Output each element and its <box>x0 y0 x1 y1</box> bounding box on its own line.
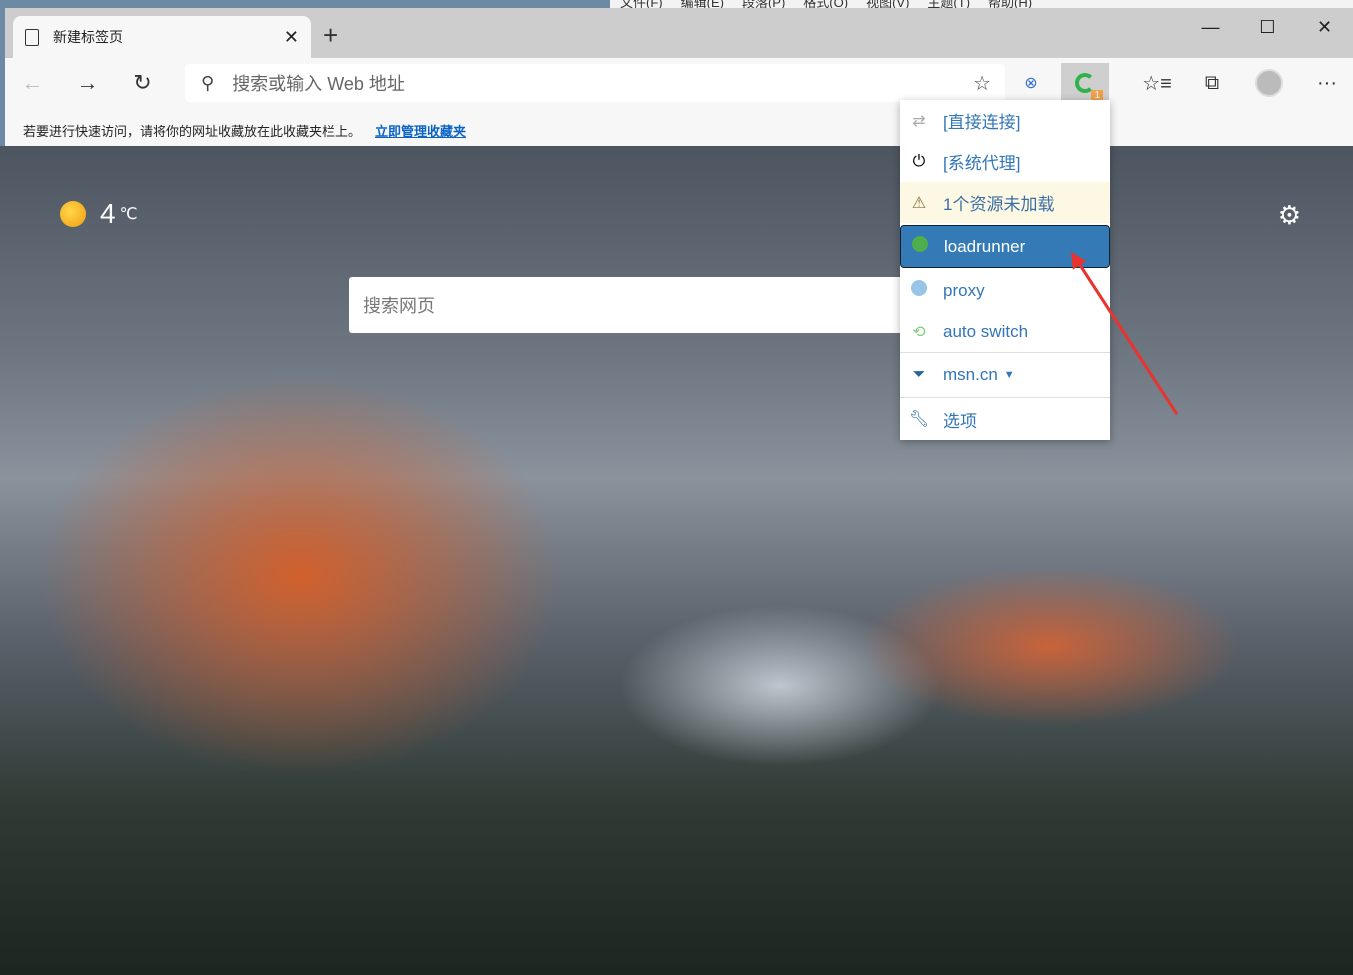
wrench-icon: 🔧︎ <box>908 411 930 428</box>
menu-theme[interactable]: 主题(T) <box>927 0 970 8</box>
close-tab-icon[interactable]: ✕ <box>284 27 299 48</box>
menu-item-label: msn.cn <box>943 365 998 384</box>
document-icon <box>25 28 39 46</box>
weather-widget[interactable]: 4 ℃ <box>60 198 138 230</box>
gear-icon[interactable]: ⚙ <box>1278 200 1301 231</box>
menu-paragraph[interactable]: 段落(P) <box>742 0 785 8</box>
menu-item-label: [直接连接] <box>943 113 1021 132</box>
maximize-button[interactable]: ☐ <box>1239 8 1296 46</box>
proxy-switch-extension-button[interactable]: 1 <box>1061 63 1109 103</box>
menu-view[interactable]: 视图(V) <box>866 0 909 8</box>
menu-item-label: [系统代理] <box>943 154 1021 173</box>
power-icon: ⏻ <box>912 152 926 170</box>
extension-icon[interactable]: ⊗ <box>1007 63 1055 103</box>
proxy-menu: ⇄ [直接连接] ⏻ [系统代理] ⚠ 1个资源未加载 loadrunner prox… <box>900 100 1110 440</box>
background-window-menubar: 文件(F) 编辑(E) 段落(P) 格式(O) 视图(V) 主题(T) 帮助(H) <box>610 0 1353 8</box>
menu-item-label: auto switch <box>943 321 1029 341</box>
search-icon: ⚲ <box>201 72 215 93</box>
forward-button[interactable]: → <box>60 70 115 96</box>
collections-icon[interactable]: ⧉ <box>1188 63 1236 103</box>
menu-item-msn[interactable]: ⏷ msn.cn ▼ <box>900 353 1110 397</box>
close-window-button[interactable]: ✕ <box>1296 8 1353 46</box>
profile-button[interactable] <box>1245 63 1293 103</box>
filter-icon: ⏷ <box>912 366 926 383</box>
favorites-icon[interactable]: ☆≡ <box>1133 63 1181 103</box>
tab-bar: 新建标签页 ✕ + — ☐ ✕ <box>5 8 1353 58</box>
temperature: 4 <box>100 198 116 229</box>
temperature-unit: ℃ <box>119 206 138 223</box>
page-search-input[interactable]: 搜索网页 <box>349 277 909 333</box>
menu-item-label: loadrunner <box>944 236 1026 256</box>
menu-item-label: 选项 <box>943 411 977 431</box>
globe-icon <box>908 280 930 301</box>
retweet-icon: ⟲ <box>912 323 926 341</box>
menu-edit[interactable]: 编辑(E) <box>681 0 724 8</box>
favorites-bar-message: 若要进行快速访问，请将你的网址收藏放在此收藏夹栏上。 <box>23 124 362 139</box>
manage-favorites-link[interactable]: 立即管理收藏夹 <box>375 121 466 140</box>
menu-item-direct[interactable]: ⇄ [直接连接] <box>900 100 1110 141</box>
menu-format[interactable]: 格式(O) <box>803 0 848 8</box>
menu-item-options[interactable]: 🔧︎ 选项 <box>900 398 1110 440</box>
transfer-icon: ⇄ <box>912 112 926 130</box>
refresh-button[interactable]: ↻ <box>115 70 170 96</box>
new-tab-button[interactable]: + <box>323 22 338 48</box>
sun-icon <box>60 201 86 227</box>
add-favorite-icon[interactable]: ☆ <box>973 71 991 96</box>
toolbar: ← → ↻ ⚲ 搜索或输入 Web 地址 ☆ ⊗ 1 ☆≡ ⧉ ··· <box>5 58 1353 108</box>
back-button[interactable]: ← <box>5 70 60 96</box>
caret-down-icon: ▼ <box>1003 369 1015 381</box>
minimize-button[interactable]: — <box>1182 8 1239 46</box>
menu-file[interactable]: 文件(F) <box>620 0 663 8</box>
warning-icon: ⚠ <box>911 194 927 212</box>
menu-item-label: 1个资源未加载 <box>943 195 1055 214</box>
menu-item-proxy[interactable]: proxy <box>900 270 1110 311</box>
address-placeholder: 搜索或输入 Web 地址 <box>232 74 405 94</box>
menu-item-resources-warning[interactable]: ⚠ 1个资源未加载 <box>900 182 1110 223</box>
menu-item-system-proxy[interactable]: ⏻ [系统代理] <box>900 141 1110 182</box>
globe-icon <box>909 236 931 257</box>
tab-new-tab[interactable]: 新建标签页 ✕ <box>13 16 311 58</box>
address-bar[interactable]: ⚲ 搜索或输入 Web 地址 ☆ <box>185 64 1005 102</box>
new-tab-page: 4 ℃ ⚙ 搜索网页 <box>0 146 1353 975</box>
tab-title: 新建标签页 <box>53 29 123 45</box>
more-menu-button[interactable]: ··· <box>1303 63 1351 103</box>
menu-item-label: proxy <box>943 280 985 300</box>
menu-help[interactable]: 帮助(H) <box>988 0 1032 8</box>
avatar <box>1255 69 1283 97</box>
menu-item-auto-switch[interactable]: ⟲ auto switch <box>900 311 1110 352</box>
search-placeholder: 搜索网页 <box>363 296 435 316</box>
